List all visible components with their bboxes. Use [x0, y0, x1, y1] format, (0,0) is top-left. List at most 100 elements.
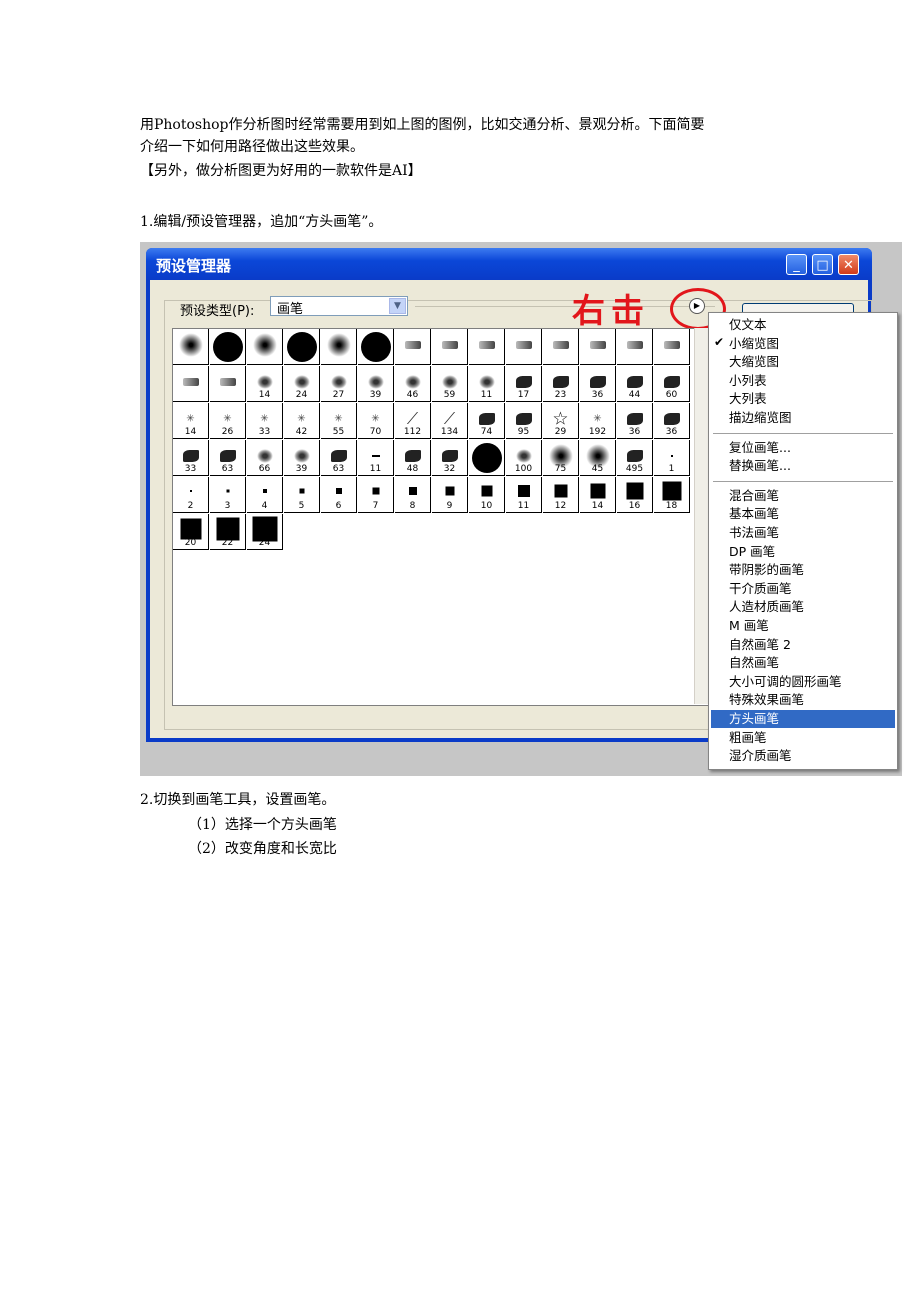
brush-preset-cell[interactable] [395, 329, 431, 365]
brush-preset-cell[interactable]: 22 [210, 514, 246, 550]
brush-preset-cell[interactable]: 39 [284, 440, 320, 476]
menu-item[interactable]: 仅文本 [729, 316, 767, 334]
menu-item[interactable]: 自然画笔 2 [729, 636, 791, 654]
brush-preset-cell[interactable]: 36 [617, 403, 653, 439]
brush-preset-cell[interactable]: 48 [395, 440, 431, 476]
brush-preset-cell[interactable]: 20 [173, 514, 209, 550]
brush-preset-cell[interactable]: ⟋ 134 [432, 403, 468, 439]
brush-preset-cell[interactable]: 44 [617, 366, 653, 402]
brush-preset-cell[interactable]: ✳ 70 [358, 403, 394, 439]
brush-preset-cell[interactable]: 2 [173, 477, 209, 513]
brush-preset-cell[interactable]: 11 [358, 440, 394, 476]
brush-preset-cell[interactable]: 495 [617, 440, 653, 476]
menu-item[interactable]: 特殊效果画笔 [729, 691, 804, 709]
brush-preset-cell[interactable]: 14 [247, 366, 283, 402]
menu-item[interactable]: 基本画笔 [729, 505, 779, 523]
menu-item[interactable]: 大小可调的圆形画笔 [729, 673, 842, 691]
brush-preset-cell[interactable] [469, 329, 505, 365]
brush-preset-cell[interactable]: 24 [284, 366, 320, 402]
brush-preset-cell[interactable] [284, 329, 320, 365]
menu-item[interactable]: 替换画笔... [729, 457, 791, 475]
brush-preset-cell[interactable]: ⟋ 112 [395, 403, 431, 439]
brush-preset-cell[interactable]: 11 [506, 477, 542, 513]
brush-preset-cell[interactable]: 7 [358, 477, 394, 513]
brush-preset-cell[interactable] [210, 329, 246, 365]
brush-preset-cell[interactable]: 36 [654, 403, 690, 439]
brush-preset-cell[interactable]: 55 [469, 440, 505, 476]
brush-preset-cell[interactable]: 63 [210, 440, 246, 476]
brush-preset-cell[interactable]: 46 [395, 366, 431, 402]
brush-preset-cell[interactable]: 4 [247, 477, 283, 513]
brush-preset-cell[interactable]: 74 [469, 403, 505, 439]
menu-item[interactable]: 大列表 [729, 390, 767, 408]
menu-item[interactable]: 干介质画笔 [729, 580, 792, 598]
brush-preset-cell[interactable] [358, 329, 394, 365]
brush-preset-cell[interactable]: 75 [543, 440, 579, 476]
brush-preset-cell[interactable]: 63 [321, 440, 357, 476]
brush-preset-cell[interactable]: 17 [506, 366, 542, 402]
brush-preset-cell[interactable]: 1 [654, 440, 690, 476]
brush-preset-cell[interactable] [543, 329, 579, 365]
brush-preset-cell[interactable] [173, 329, 209, 365]
menu-item[interactable]: 自然画笔 [729, 654, 779, 672]
brush-preset-cell[interactable]: ✳ 192 [580, 403, 616, 439]
menu-item[interactable]: 小缩览图 [729, 335, 779, 353]
brush-preset-cell[interactable]: ✳ 14 [173, 403, 209, 439]
brush-preset-cell[interactable] [210, 366, 246, 402]
menu-item[interactable]: 粗画笔 [729, 729, 767, 747]
brush-preset-cell[interactable] [321, 329, 357, 365]
brush-preset-cell[interactable] [432, 329, 468, 365]
brush-preset-cell[interactable] [506, 329, 542, 365]
menu-item[interactable]: 描边缩览图 [729, 409, 792, 427]
brush-preset-cell[interactable] [617, 329, 653, 365]
menu-item[interactable]: 湿介质画笔 [729, 747, 792, 765]
preset-type-select[interactable]: 画笔 ▼ [270, 296, 408, 317]
brush-preset-cell[interactable]: 18 [654, 477, 690, 513]
menu-item[interactable]: 人造材质画笔 [729, 598, 804, 616]
brush-preset-cell[interactable]: 16 [617, 477, 653, 513]
minimize-icon[interactable]: _ [786, 254, 807, 275]
brush-preset-cell[interactable]: ✳ 26 [210, 403, 246, 439]
brush-preset-cell[interactable] [580, 329, 616, 365]
brush-preset-cell[interactable]: ✳ 55 [321, 403, 357, 439]
menu-item[interactable]: 混合画笔 [729, 487, 779, 505]
brush-preset-cell[interactable]: 6 [321, 477, 357, 513]
menu-item[interactable]: 书法画笔 [729, 524, 779, 542]
brush-preset-cell[interactable]: 5 [284, 477, 320, 513]
menu-item[interactable]: 大缩览图 [729, 353, 779, 371]
brush-preset-cell[interactable]: 14 [580, 477, 616, 513]
maximize-icon[interactable]: □ [812, 254, 833, 275]
brush-preset-cell[interactable]: 10 [469, 477, 505, 513]
brush-preset-cell[interactable]: 45 [580, 440, 616, 476]
menu-item[interactable]: 方头画笔 [729, 710, 779, 728]
brush-preset-cell[interactable]: 100 [506, 440, 542, 476]
brush-preset-cell[interactable] [247, 329, 283, 365]
brush-preset-cell[interactable]: ☆ 29 [543, 403, 579, 439]
brush-preset-cell[interactable]: 39 [358, 366, 394, 402]
brush-preset-cell[interactable]: 59 [432, 366, 468, 402]
brush-preset-cell[interactable]: ✳ 42 [284, 403, 320, 439]
brush-preset-cell[interactable]: 11 [469, 366, 505, 402]
brush-preset-cell[interactable]: 9 [432, 477, 468, 513]
brush-preset-cell[interactable]: ✳ 33 [247, 403, 283, 439]
menu-item[interactable]: M 画笔 [729, 617, 769, 635]
brush-preset-cell[interactable]: 8 [395, 477, 431, 513]
brush-preset-cell[interactable]: 33 [173, 440, 209, 476]
brush-preset-cell[interactable]: 24 [247, 514, 283, 550]
brush-preset-cell[interactable]: 95 [506, 403, 542, 439]
menu-item[interactable]: 带阴影的画笔 [729, 561, 804, 579]
brush-preset-cell[interactable]: 27 [321, 366, 357, 402]
menu-item[interactable]: DP 画笔 [729, 543, 775, 561]
brush-preset-cell[interactable]: 60 [654, 366, 690, 402]
menu-item[interactable]: 复位画笔... [729, 439, 791, 457]
brush-preset-cell[interactable]: 32 [432, 440, 468, 476]
brush-preset-cell[interactable]: 3 [210, 477, 246, 513]
flyout-menu-icon[interactable]: ▶ [689, 298, 705, 314]
brush-preset-cell[interactable] [173, 366, 209, 402]
close-icon[interactable]: ✕ [838, 254, 859, 275]
brush-preset-cell[interactable]: 36 [580, 366, 616, 402]
chevron-down-icon[interactable]: ▼ [389, 298, 406, 314]
menu-item[interactable]: 小列表 [729, 372, 767, 390]
brush-preset-cell[interactable]: 23 [543, 366, 579, 402]
brush-preset-cell[interactable]: 12 [543, 477, 579, 513]
